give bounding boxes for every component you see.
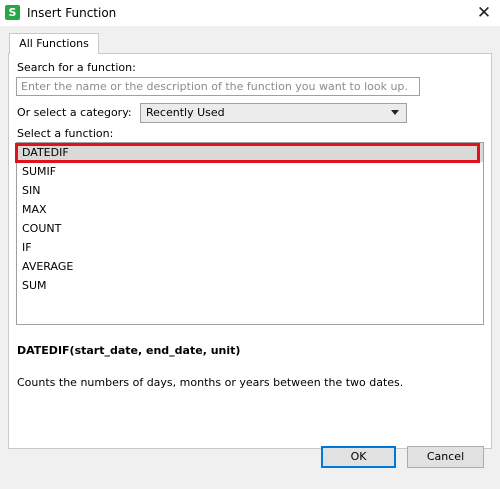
tab-panel: Search for a function: Or select a categ… — [8, 53, 492, 449]
cancel-button[interactable]: Cancel — [407, 446, 484, 468]
function-item-count[interactable]: COUNT — [17, 219, 483, 238]
dialog-body: All Functions Search for a function: Or … — [0, 26, 500, 489]
category-label: Or select a category: — [17, 106, 132, 119]
close-button[interactable]: ✕ — [474, 3, 494, 23]
function-item-sin[interactable]: SIN — [17, 181, 483, 200]
category-value: Recently Used — [146, 106, 225, 119]
ok-button[interactable]: OK — [321, 446, 396, 468]
function-item-if[interactable]: IF — [17, 238, 483, 257]
function-item-sumif[interactable]: SUMIF — [17, 162, 483, 181]
function-description: Counts the numbers of days, months or ye… — [17, 376, 404, 389]
function-list-label: Select a function: — [17, 127, 114, 140]
function-list[interactable]: DATEDIF SUMIF SIN MAX COUNT IF AVERAGE S… — [16, 142, 484, 325]
search-input[interactable] — [16, 77, 420, 96]
function-item-sum[interactable]: SUM — [17, 276, 483, 295]
category-select[interactable]: Recently Used — [140, 103, 407, 123]
function-item-average[interactable]: AVERAGE — [17, 257, 483, 276]
title-bar: S Insert Function ✕ — [0, 0, 500, 26]
window-title: Insert Function — [27, 6, 117, 20]
function-item-max[interactable]: MAX — [17, 200, 483, 219]
function-item-datedif[interactable]: DATEDIF — [17, 143, 483, 162]
chevron-down-icon — [391, 110, 399, 115]
app-logo-icon: S — [5, 5, 20, 20]
tab-all-functions[interactable]: All Functions — [9, 33, 99, 54]
function-signature: DATEDIF(start_date, end_date, unit) — [17, 344, 241, 357]
search-label: Search for a function: — [17, 61, 136, 74]
